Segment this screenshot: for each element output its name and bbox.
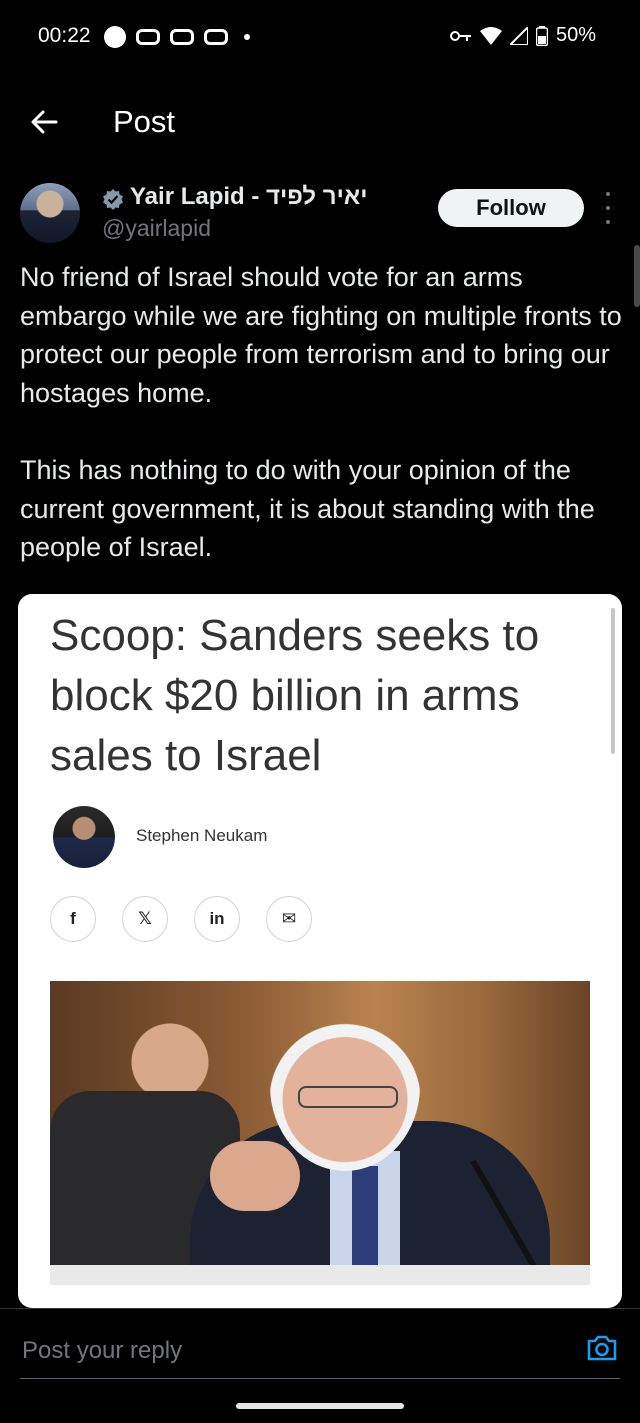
notification-icon — [104, 26, 126, 48]
camera-icon[interactable] — [585, 1331, 619, 1365]
home-indicator[interactable] — [236, 1403, 404, 1409]
facebook-icon: f — [50, 896, 96, 942]
battery-icon — [535, 25, 548, 46]
reply-input[interactable] — [20, 1328, 564, 1374]
top-bar: Post — [0, 90, 640, 154]
game-controller-icon — [204, 29, 228, 45]
share-buttons: f 𝕏 in ✉ — [50, 896, 312, 942]
page-scrollbar[interactable] — [634, 245, 640, 307]
author-handle[interactable]: @yairlapid — [102, 215, 211, 242]
game-controller-icon — [170, 29, 194, 45]
author-avatar[interactable] — [20, 183, 80, 243]
page-title: Post — [113, 104, 176, 139]
verified-badge-icon — [103, 189, 123, 210]
divider — [0, 1308, 640, 1309]
linkedin-icon: in — [194, 896, 240, 942]
wifi-icon — [479, 26, 502, 45]
reply-underline — [20, 1378, 620, 1379]
author-name[interactable]: Yair Lapid - יאיר לפיד — [130, 183, 367, 211]
x-icon: 𝕏 — [122, 896, 168, 942]
email-icon: ✉ — [266, 896, 312, 942]
article-scrollbar — [611, 608, 615, 754]
article-photo — [50, 981, 590, 1285]
status-time: 00:22 — [38, 24, 91, 47]
follow-button[interactable]: Follow — [438, 189, 584, 227]
signal-icon — [509, 26, 528, 45]
byline-avatar — [53, 806, 115, 868]
embedded-article-image[interactable]: Scoop: Sanders seeks to block $20 billio… — [18, 594, 622, 1308]
notification-icons — [104, 26, 250, 48]
article-headline: Scoop: Sanders seeks to block $20 billio… — [50, 611, 540, 780]
back-arrow-icon[interactable] — [24, 102, 64, 142]
more-notifications-icon — [244, 34, 250, 40]
system-icons: 50% — [449, 24, 596, 47]
post-body: No friend of Israel should vote for an a… — [20, 258, 624, 567]
status-bar: 00:22 50% — [0, 0, 640, 76]
post-header: Yair Lapid - יאיר לפיד @yairlapid Follow — [0, 180, 640, 250]
vpn-key-icon — [449, 30, 471, 41]
game-controller-icon — [136, 29, 160, 45]
post-paragraph: No friend of Israel should vote for an a… — [20, 262, 622, 408]
more-options-icon[interactable] — [598, 192, 618, 224]
post-paragraph: This has nothing to do with your opinion… — [20, 454, 595, 563]
article-byline: Stephen Neukam — [136, 826, 268, 845]
battery-level: 50% — [555, 24, 596, 46]
